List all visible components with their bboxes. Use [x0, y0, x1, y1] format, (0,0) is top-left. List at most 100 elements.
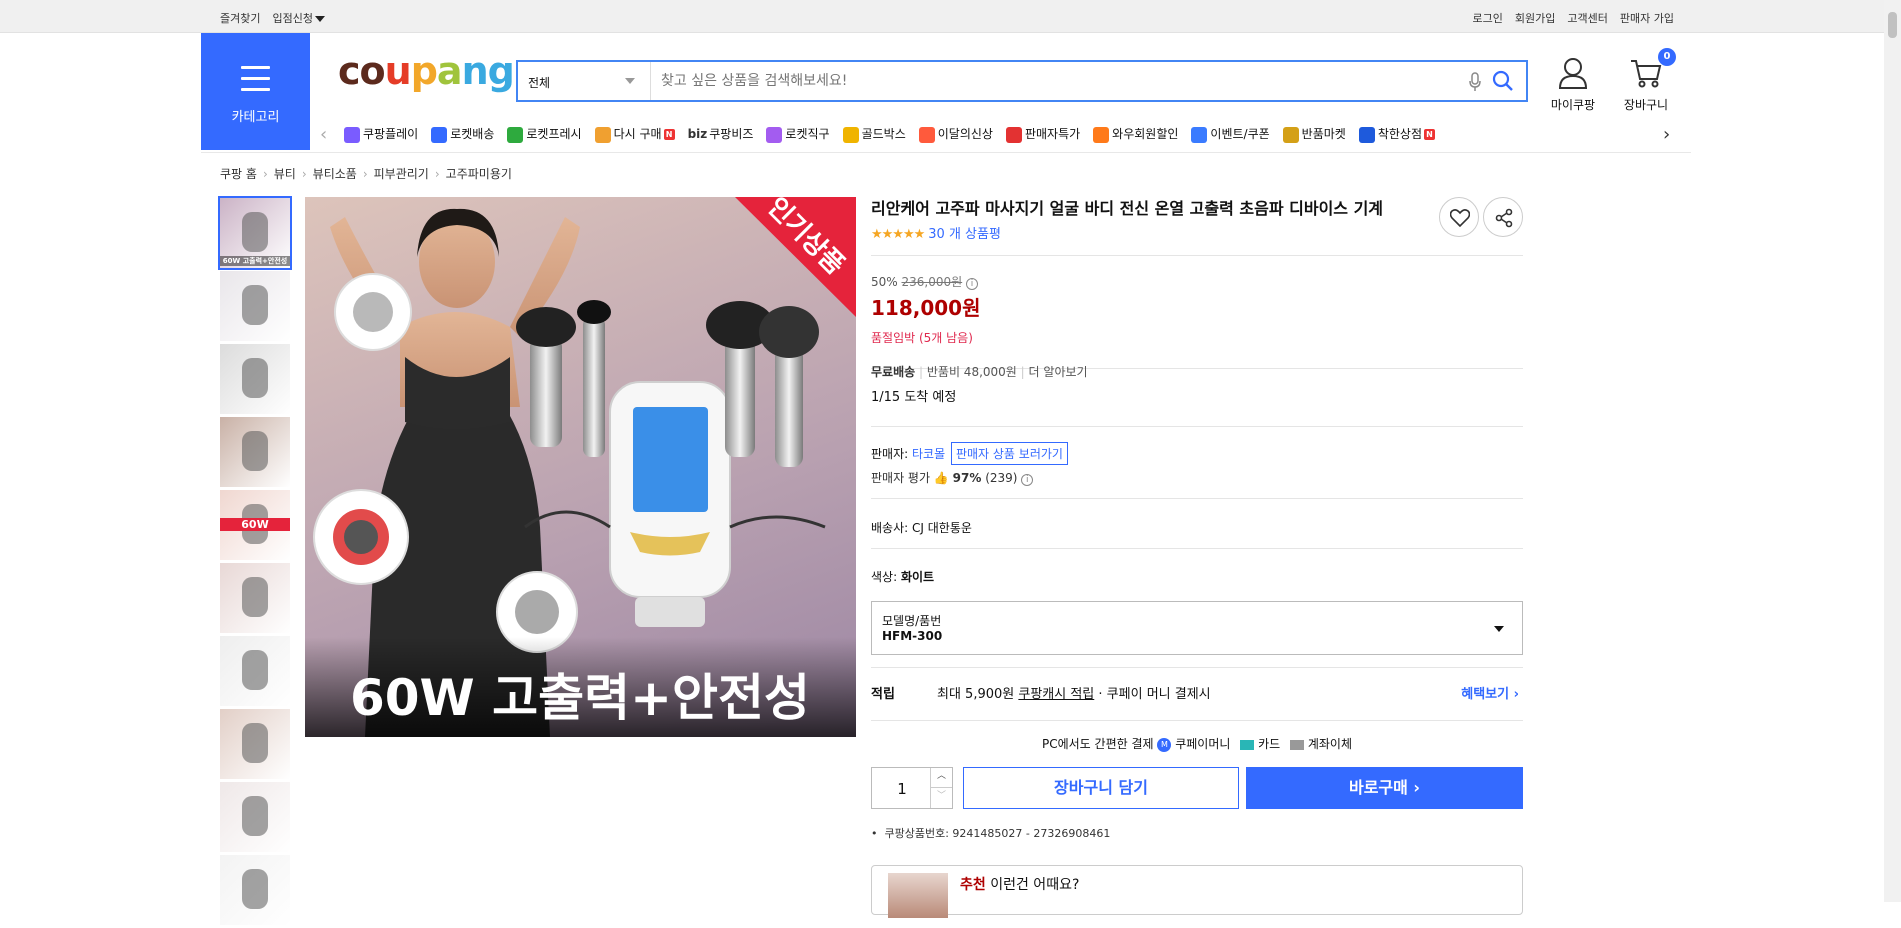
quantity-value: 1 [897, 780, 907, 798]
thumbnail[interactable]: 60W [220, 490, 290, 560]
nav-prev-icon[interactable]: ‹ [320, 124, 327, 145]
thumbnail[interactable] [220, 782, 290, 852]
catnav-item[interactable]: 판매자특가 [1005, 122, 1080, 146]
catnav-item[interactable]: 쿠팡플레이 [344, 122, 418, 146]
recommendation-box[interactable]: 추천 이런건 어때요? [871, 865, 1523, 918]
thumbnail[interactable] [220, 563, 290, 633]
category-menu-button[interactable]: 카테고리 [201, 33, 310, 150]
page-scrollbar[interactable] [1884, 0, 1901, 902]
search-category-select[interactable]: 전체 [518, 62, 651, 100]
breadcrumb-separator-icon: › [301, 167, 307, 181]
catnav-item[interactable]: 이달의신상 [918, 122, 993, 146]
thumbnail[interactable] [220, 636, 290, 706]
logo-letter: o [359, 49, 386, 93]
coupang-logo[interactable]: coupang [338, 49, 515, 93]
signup-link[interactable]: 회원가입 [1515, 12, 1555, 25]
reward-label: 적립 [871, 687, 895, 702]
catnav-label: 골드박스 [861, 127, 906, 141]
share-button[interactable] [1483, 197, 1523, 237]
color-label: 색상: [871, 570, 898, 584]
catnav-item[interactable]: 와우회원할인 [1093, 122, 1178, 146]
seller-name-link[interactable]: 타코몰 [912, 447, 945, 461]
catnav-label: 로켓프레시 [526, 127, 582, 141]
category-label: 카테고리 [231, 110, 280, 125]
breadcrumb-item[interactable]: 고주파미용기 [446, 167, 512, 181]
info-icon[interactable]: i [1021, 474, 1034, 486]
logo-letter: c [338, 49, 361, 93]
rocket-fresh-icon [507, 126, 524, 143]
thumbnail[interactable] [220, 709, 290, 779]
customer-center-link[interactable]: 고객센터 [1567, 12, 1607, 25]
add-to-cart-button[interactable]: 장바구니 담기 [963, 767, 1239, 809]
color-value: 화이트 [900, 570, 935, 584]
product-title: 리안케어 고주파 마사지기 얼굴 바디 전신 온열 고출력 초음파 디바이스 기… [871, 199, 1384, 218]
thumbnail[interactable] [220, 855, 290, 925]
search-icon[interactable] [1492, 70, 1514, 95]
pay-method-coupay: 쿠페이머니 [1175, 737, 1231, 751]
info-icon[interactable]: i [966, 278, 978, 290]
catnav-label: 쿠팡비즈 [709, 127, 754, 141]
repurchase-icon [594, 126, 611, 143]
breadcrumb-separator-icon: › [434, 167, 440, 181]
catnav-item[interactable]: 로켓프레시 [507, 122, 582, 146]
learn-more-link[interactable]: 더 알아보기 [1029, 365, 1088, 379]
seller-signup-link[interactable]: 판매자 가입 [1620, 12, 1674, 25]
seller-products-link[interactable]: 판매자 상품 보러가기 [950, 442, 1068, 465]
product-main-image[interactable]: 인기상품 60W 고출력+안전성 [305, 197, 856, 737]
microphone-icon[interactable] [1468, 72, 1482, 95]
catnav-item[interactable]: 반품마켓 [1282, 122, 1346, 146]
benefit-label: 혜택보기 [1461, 687, 1510, 702]
seller-apply-link[interactable]: 입점신청 [272, 12, 325, 25]
catnav-item[interactable]: 로켓직구 [766, 122, 830, 146]
thumbnail[interactable] [220, 344, 290, 414]
play-icon [344, 126, 360, 143]
login-link[interactable]: 로그인 [1473, 12, 1503, 25]
new-badge-icon: N [663, 129, 675, 140]
bank-icon [1290, 739, 1304, 750]
discount-rate: 50% [871, 275, 898, 289]
catnav-item[interactable]: 착한상점 N [1358, 122, 1436, 146]
option-select[interactable]: 모델명/품번 HFM-300 [871, 601, 1523, 655]
thumbnail[interactable] [220, 417, 290, 487]
chevron-down-icon [314, 16, 325, 22]
nav-next-icon[interactable]: › [1663, 124, 1670, 145]
product-info: 리안케어 고주파 마사지기 얼굴 바디 전신 온열 고출력 초음파 디바이스 기… [871, 197, 1523, 841]
cart-label: 장바구니 [1623, 98, 1669, 112]
logo-letter: p [410, 49, 438, 93]
increase-quantity-button[interactable]: ︿ [930, 768, 952, 788]
easy-pay-title: PC에서도 간편한 결제 [1041, 737, 1154, 751]
catnav-label: 와우회원할인 [1112, 127, 1179, 141]
scrollbar-thumb[interactable] [1888, 12, 1897, 38]
catnav-item[interactable]: 다시 구매 N [594, 122, 675, 146]
bookmark-link[interactable]: 즐겨찾기 [220, 12, 260, 25]
quick-category-nav: ‹ 쿠팡플레이 로켓배송 로켓프레시 다시 구매 N biz 쿠팡비즈 로켓직구 골드박스 이달의… [320, 122, 1680, 146]
search-input[interactable] [661, 71, 1441, 91]
buy-now-button[interactable]: 바로구매 › [1246, 767, 1523, 809]
catnav-item[interactable]: 로켓배송 [431, 122, 494, 146]
recommend-text: 이런건 어때요? [990, 877, 1080, 893]
thumbnail[interactable]: 60W 고출력+안전성 [218, 196, 292, 270]
rating-stars: ★★★★★ [871, 227, 925, 242]
thumbnail-product-shape [242, 869, 268, 909]
breadcrumb-item[interactable]: 뷰티소품 [313, 167, 357, 181]
catnav-item[interactable]: biz 쿠팡비즈 [688, 122, 754, 146]
chevron-down-icon [1494, 626, 1504, 632]
coupang-cash-link[interactable]: 쿠팡캐시 적립 [1018, 687, 1094, 702]
new-badge-icon: N [1424, 129, 1436, 140]
breadcrumb-item[interactable]: 피부관리기 [374, 167, 429, 181]
quantity-stepper[interactable]: 1 ︿ ﹀ [871, 767, 953, 809]
thumbnail[interactable] [220, 271, 290, 341]
mycoupang-button[interactable]: 마이쿠팡 [1548, 57, 1598, 113]
breadcrumb-item[interactable]: 뷰티 [274, 167, 296, 181]
return-market-icon [1282, 126, 1299, 143]
benefit-link[interactable]: 혜택보기 › [1461, 683, 1519, 702]
share-icon [1495, 208, 1513, 228]
main-image-caption: 60W 고출력+안전성 [350, 669, 810, 727]
review-count-link[interactable]: 30 개 상품평 [928, 227, 1001, 242]
catnav-item[interactable]: 골드박스 [842, 122, 906, 146]
wishlist-button[interactable] [1439, 197, 1479, 237]
catnav-item[interactable]: 이벤트/쿠폰 [1191, 122, 1270, 146]
decrease-quantity-button[interactable]: ﹀ [930, 788, 952, 808]
breadcrumb-item[interactable]: 쿠팡 홈 [220, 167, 257, 181]
search-category-value: 전체 [528, 76, 551, 90]
